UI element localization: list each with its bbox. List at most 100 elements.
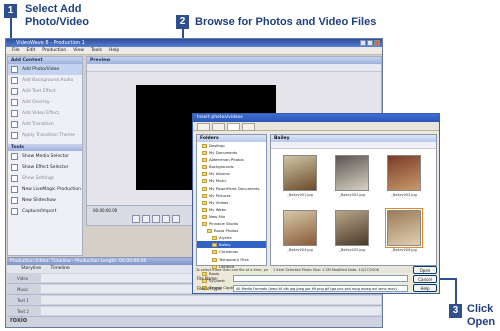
folders-header: Folders [197, 135, 266, 142]
tab-devices[interactable] [242, 123, 255, 131]
folder-item[interactable]: My Music [197, 177, 266, 184]
folder-label: My Webs [209, 206, 226, 212]
folder-label: Bailey [219, 242, 231, 248]
folder-item[interactable]: Roxio Photos [197, 227, 266, 234]
minimize-button[interactable] [360, 40, 366, 46]
folder-label: Pinnacle Studio [209, 221, 239, 227]
thumbnail-toolbar [271, 142, 436, 149]
folder-item[interactable]: My Albums [197, 170, 266, 177]
task-item[interactable]: Add Overlay [8, 97, 82, 108]
folder-label: My Albums [209, 171, 230, 177]
task-panel: Add Content Add Photo/Video Add Backgroun… [7, 56, 83, 256]
storyline-tab[interactable]: Storyline [21, 266, 41, 271]
task-item[interactable]: Add Text Effect [8, 86, 82, 97]
insert-photos-dialog: Insert photos/videos Folders Desktop My D… [192, 113, 440, 294]
task-item[interactable]: New Slideshow [8, 195, 82, 206]
forward-button[interactable] [162, 215, 170, 223]
rewind-button[interactable] [132, 215, 140, 223]
add-content-header: Add Content [8, 57, 82, 64]
settings-icon [11, 175, 18, 182]
dialog-titlebar: Insert photos/videos [193, 114, 439, 122]
callout-text-3-line2: Open [467, 316, 496, 328]
photo-thumbnail[interactable] [283, 155, 317, 191]
overlay-icon [11, 99, 18, 106]
folder-item[interactable]: Alysha [197, 234, 266, 241]
photo-thumbnail[interactable] [335, 210, 369, 246]
menu-tools[interactable]: Tools [91, 48, 102, 53]
folder-icon [202, 165, 207, 170]
task-item[interactable]: Show Effect Selector [8, 162, 82, 173]
folder-item[interactable]: Backgrounds [197, 163, 266, 170]
text-icon [11, 88, 18, 95]
folder-icon [212, 250, 217, 255]
folder-icon [202, 214, 207, 219]
photo-thumbnail[interactable] [283, 210, 317, 246]
media-icon [11, 153, 18, 160]
callout-text-1-line1: Select Add [25, 3, 82, 15]
photo-thumbnail[interactable] [335, 155, 369, 191]
add-content-list: Add Photo/Video Add Background Audio Add T… [8, 64, 82, 141]
help-button[interactable]: Help [413, 284, 437, 292]
end-button[interactable] [172, 215, 180, 223]
stop-button[interactable] [152, 215, 160, 223]
folder-label: Backgrounds [209, 164, 234, 170]
task-item[interactable]: Add Background Audio [8, 75, 82, 86]
slideshow-icon [11, 197, 18, 204]
filename-input[interactable] [233, 275, 408, 282]
filetype-label: Files of type: [197, 286, 223, 291]
folder-item[interactable]: Pinnacle Studio [197, 220, 266, 227]
menu-edit[interactable]: Edit [27, 48, 36, 53]
folder-icon [202, 172, 207, 177]
folder-label: My PowerPoint Documents [209, 185, 260, 191]
folder-item[interactable]: My Videos [197, 199, 266, 206]
app-titlebar: VideoWave 8 - Production 1 [6, 39, 382, 47]
folder-item[interactable]: New Mix [197, 213, 266, 220]
task-item[interactable]: Add Photo/Video [8, 64, 82, 75]
menu-production[interactable]: Production [42, 48, 66, 53]
menu-help[interactable]: Help [109, 48, 119, 53]
task-item[interactable]: Show Media Selector [8, 151, 82, 162]
multi-select-hint: To select more than one file at a time, … [196, 268, 268, 272]
maximize-button[interactable] [367, 40, 373, 46]
folder-item[interactable]: Temporary Files [197, 256, 266, 263]
task-item[interactable]: Add Video Effect [8, 108, 82, 119]
open-button[interactable]: Open [413, 266, 437, 274]
tab-computer[interactable] [197, 123, 210, 131]
transition-icon [11, 121, 18, 128]
tab-folders[interactable] [227, 123, 240, 131]
tab-favorites[interactable] [212, 123, 225, 131]
task-label: Add Video Effect [22, 111, 60, 116]
menu-view[interactable]: View [73, 48, 84, 53]
play-button[interactable] [142, 215, 150, 223]
task-item[interactable]: Show Settings [8, 173, 82, 184]
task-item[interactable]: Apply Transition Theme [8, 130, 82, 141]
folder-item[interactable]: My PowerPoint Documents [197, 185, 266, 192]
theme-icon [11, 132, 18, 139]
timeline-tab[interactable]: Timeline [50, 266, 69, 271]
source-tabs [193, 122, 439, 131]
menu-file[interactable]: File [12, 48, 20, 53]
folder-item[interactable]: Christmas [197, 248, 266, 255]
folder-item[interactable]: Bailey [197, 241, 266, 249]
folder-label: Ajdeerman Photos [209, 157, 244, 163]
photo-thumbnail[interactable] [387, 155, 421, 191]
track-label: Text 2 [17, 309, 29, 314]
cancel-button[interactable]: Cancel [413, 275, 437, 283]
folder-item[interactable]: Desktop [197, 142, 266, 149]
folder-item[interactable]: Ajdeerman Photos [197, 156, 266, 163]
task-item[interactable]: Add Transition [8, 119, 82, 130]
task-item[interactable]: Capture/Import [8, 206, 82, 217]
track-lane[interactable] [41, 296, 381, 304]
callout-text-1-line2: Photo/Video [25, 16, 89, 28]
folder-label: Roxio Photos [214, 228, 239, 234]
folder-label: My Pictures [209, 192, 231, 198]
folder-item[interactable]: My Documents [197, 149, 266, 156]
close-button[interactable] [374, 40, 380, 46]
filetype-select[interactable]: All Media Formats (bmp tif dib jpg jpeg … [233, 285, 408, 292]
photo-thumbnail[interactable] [385, 208, 423, 248]
track-lane[interactable] [41, 307, 381, 315]
task-item[interactable]: New LiveMagic Production [8, 184, 82, 195]
folder-item[interactable]: My Webs [197, 206, 266, 213]
folder-item[interactable]: My Pictures [197, 192, 266, 199]
thumbnail-pane: Bailey _Bailey001.jpg _Bailey002.jpg _Bail… [270, 134, 437, 266]
